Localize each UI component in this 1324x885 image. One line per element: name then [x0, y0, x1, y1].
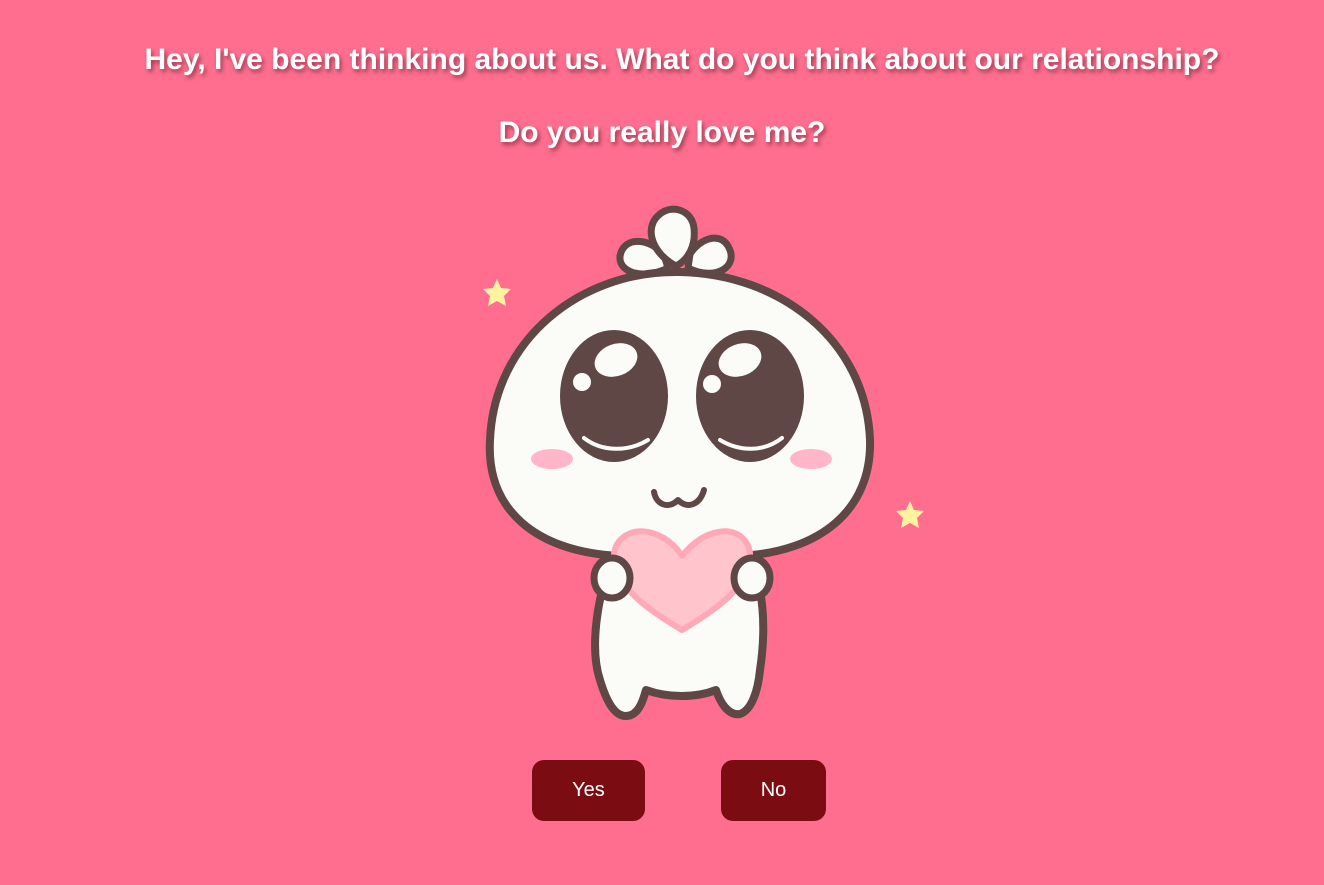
blush-right	[790, 449, 832, 469]
blush-left	[531, 449, 573, 469]
mascot-head	[485, 267, 875, 562]
mascot-illustration	[483, 205, 924, 720]
question-headline: Hey, I've been thinking about us. What d…	[144, 43, 1220, 76]
star-right-icon	[896, 501, 924, 528]
hair-tuft	[616, 205, 735, 278]
yes-button[interactable]: Yes	[532, 760, 645, 821]
star-left-icon	[483, 279, 511, 306]
page: Hey, I've been thinking about us. What d…	[0, 0, 1324, 885]
no-button[interactable]: No	[721, 760, 826, 821]
love-question: Do you really love me?	[498, 116, 826, 149]
